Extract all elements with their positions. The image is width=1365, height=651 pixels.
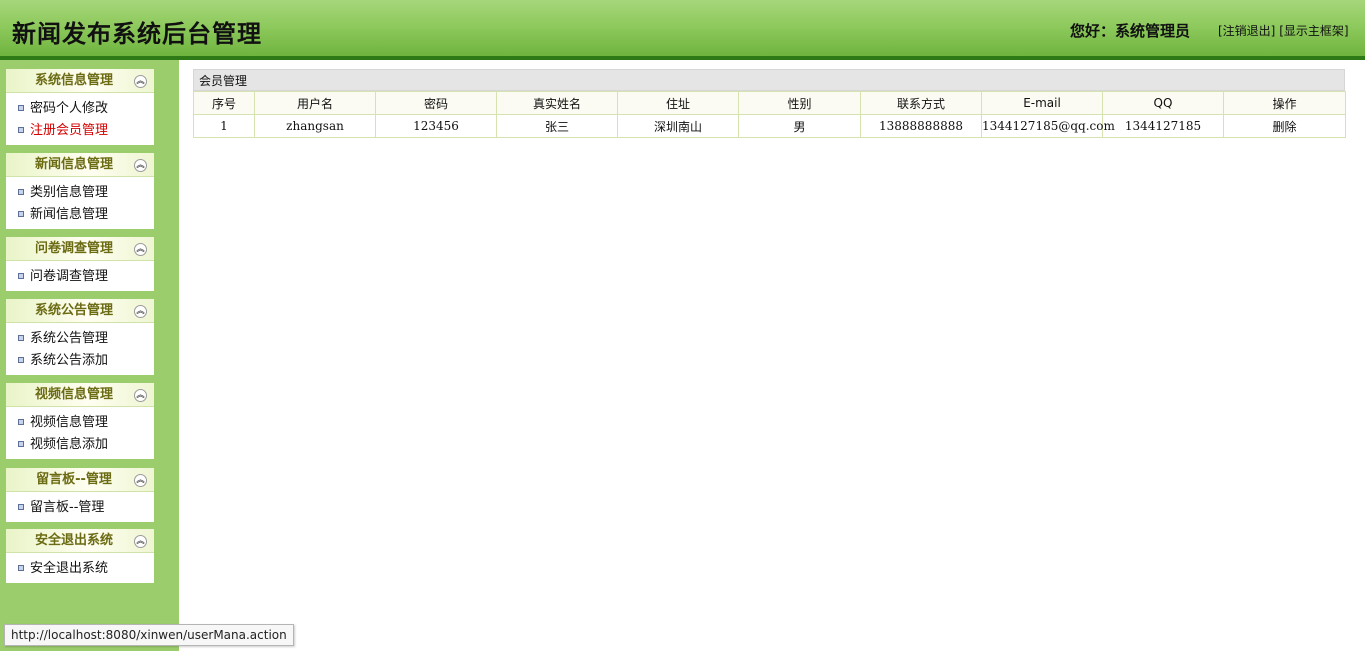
bullet-icon <box>18 334 24 341</box>
cell-password: 123456 <box>375 114 497 138</box>
sidebar-item-label: 新闻信息管理 <box>30 207 109 222</box>
sidebar: 系统信息管理 ︽ 密码个人修改 注册会员管理 新闻信息管理 ︽ 类别信息管理 新… <box>0 60 179 651</box>
bullet-icon <box>18 188 24 195</box>
app-title: 新闻发布系统后台管理 <box>12 19 262 48</box>
double-chevron-up-icon[interactable]: ︽ <box>134 159 147 172</box>
sidebar-item-label: 系统公告管理 <box>30 331 109 346</box>
double-chevron-up-icon[interactable]: ︽ <box>134 75 147 88</box>
menu-group-title: 新闻信息管理 <box>34 157 113 172</box>
sidebar-item-member-management[interactable]: 注册会员管理 <box>6 120 154 142</box>
column-header-gender: 性别 <box>738 91 861 115</box>
sidebar-item-label: 类别信息管理 <box>30 185 109 200</box>
sidebar-item-label: 问卷调查管理 <box>30 269 109 284</box>
column-header-email: E-mail <box>981 91 1103 115</box>
menu-group-system-info: 系统信息管理 ︽ 密码个人修改 注册会员管理 <box>6 69 154 145</box>
status-bar-url: http://localhost:8080/xinwen/userMana.ac… <box>4 624 294 646</box>
menu-group-exit: 安全退出系统 ︽ 安全退出系统 <box>6 529 154 583</box>
column-header-contact: 联系方式 <box>860 91 982 115</box>
menu-group-header[interactable]: 留言板--管理 ︽ <box>6 468 154 492</box>
sidebar-item-label: 安全退出系统 <box>30 561 109 576</box>
menu-group-header[interactable]: 视频信息管理 ︽ <box>6 383 154 407</box>
menu-group-announcement: 系统公告管理 ︽ 系统公告管理 系统公告添加 <box>6 299 154 375</box>
column-header-qq: QQ <box>1102 91 1224 115</box>
sidebar-item-label: 视频信息管理 <box>30 415 109 430</box>
menu-group-title: 留言板--管理 <box>36 472 112 487</box>
double-chevron-up-icon[interactable]: ︽ <box>134 243 147 256</box>
menu-group-video: 视频信息管理 ︽ 视频信息管理 视频信息添加 <box>6 383 154 459</box>
sidebar-item-news-management[interactable]: 新闻信息管理 <box>6 204 154 226</box>
sidebar-item-label: 系统公告添加 <box>30 353 109 368</box>
cell-gender: 男 <box>738 114 861 138</box>
menu-group-header[interactable]: 系统信息管理 ︽ <box>6 69 154 93</box>
menu-group-title: 视频信息管理 <box>34 387 113 402</box>
header-links: [注销退出] [显示主框架] <box>1218 22 1349 39</box>
sidebar-item-message-board[interactable]: 留言板--管理 <box>6 497 154 519</box>
menu-group-header[interactable]: 安全退出系统 ︽ <box>6 529 154 553</box>
cell-username: zhangsan <box>254 114 376 138</box>
show-frame-link[interactable]: [显示主框架] <box>1279 24 1348 38</box>
bullet-icon <box>18 356 24 363</box>
member-table: 序号 用户名 密码 真实姓名 住址 性别 联系方式 E-mail QQ 操作 1… <box>193 91 1346 138</box>
sidebar-item-category-management[interactable]: 类别信息管理 <box>6 182 154 204</box>
delete-link[interactable]: 删除 <box>1223 114 1346 138</box>
menu-group-header[interactable]: 系统公告管理 ︽ <box>6 299 154 323</box>
sidebar-item-announcement-add[interactable]: 系统公告添加 <box>6 350 154 372</box>
sidebar-item-video-management[interactable]: 视频信息管理 <box>6 412 154 434</box>
menu-group-news-info: 新闻信息管理 ︽ 类别信息管理 新闻信息管理 <box>6 153 154 229</box>
panel-title: 会员管理 <box>193 69 1345 91</box>
sidebar-item-safe-exit[interactable]: 安全退出系统 <box>6 558 154 580</box>
cell-contact: 13888888888 <box>860 114 982 138</box>
sidebar-item-announcement-management[interactable]: 系统公告管理 <box>6 328 154 350</box>
cell-real-name: 张三 <box>496 114 618 138</box>
column-header-index: 序号 <box>193 91 255 115</box>
double-chevron-up-icon[interactable]: ︽ <box>134 389 147 402</box>
bullet-icon <box>18 210 24 217</box>
cell-email: 1344127185@qq.com <box>981 114 1115 138</box>
bullet-icon <box>18 503 24 510</box>
column-header-action: 操作 <box>1223 91 1346 115</box>
logout-link[interactable]: [注销退出] <box>1218 24 1275 38</box>
table-header-row: 序号 用户名 密码 真实姓名 住址 性别 联系方式 E-mail QQ 操作 <box>193 91 1346 115</box>
greeting-text: 您好：系统管理员 <box>1070 22 1191 40</box>
menu-group-header[interactable]: 问卷调查管理 ︽ <box>6 237 154 261</box>
bullet-icon <box>18 440 24 447</box>
sidebar-item-password-change[interactable]: 密码个人修改 <box>6 98 154 120</box>
main-content: 会员管理 序号 用户名 密码 真实姓名 住址 性别 联系方式 E-mail QQ… <box>193 69 1346 138</box>
cell-qq: 1344127185 <box>1102 114 1224 138</box>
bullet-icon <box>18 564 24 571</box>
sidebar-item-video-add[interactable]: 视频信息添加 <box>6 434 154 456</box>
menu-group-survey: 问卷调查管理 ︽ 问卷调查管理 <box>6 237 154 291</box>
table-row: 1 zhangsan 123456 张三 深圳南山 男 13888888888 … <box>193 114 1346 138</box>
menu-group-message-board: 留言板--管理 ︽ 留言板--管理 <box>6 468 154 522</box>
menu-group-title: 系统公告管理 <box>34 303 113 318</box>
sidebar-item-label: 密码个人修改 <box>30 101 109 116</box>
menu-group-title: 安全退出系统 <box>34 533 113 548</box>
bullet-icon <box>18 104 24 111</box>
menu-group-title: 系统信息管理 <box>34 73 113 88</box>
column-header-real-name: 真实姓名 <box>496 91 618 115</box>
page-header: 新闻发布系统后台管理 您好：系统管理员 [注销退出] [显示主框架] <box>0 0 1365 60</box>
double-chevron-up-icon[interactable]: ︽ <box>134 535 147 548</box>
menu-group-header[interactable]: 新闻信息管理 ︽ <box>6 153 154 177</box>
bullet-icon <box>18 418 24 425</box>
menu-group-title: 问卷调查管理 <box>34 241 113 256</box>
sidebar-item-label: 注册会员管理 <box>30 123 109 138</box>
sidebar-item-label: 留言板--管理 <box>30 500 105 515</box>
cell-index: 1 <box>193 114 255 138</box>
column-header-username: 用户名 <box>254 91 376 115</box>
column-header-address: 住址 <box>617 91 739 115</box>
bullet-icon <box>18 126 24 133</box>
double-chevron-up-icon[interactable]: ︽ <box>134 474 147 487</box>
double-chevron-up-icon[interactable]: ︽ <box>134 305 147 318</box>
cell-address: 深圳南山 <box>617 114 739 138</box>
sidebar-item-survey-management[interactable]: 问卷调查管理 <box>6 266 154 288</box>
bullet-icon <box>18 272 24 279</box>
sidebar-item-label: 视频信息添加 <box>30 437 109 452</box>
column-header-password: 密码 <box>375 91 497 115</box>
